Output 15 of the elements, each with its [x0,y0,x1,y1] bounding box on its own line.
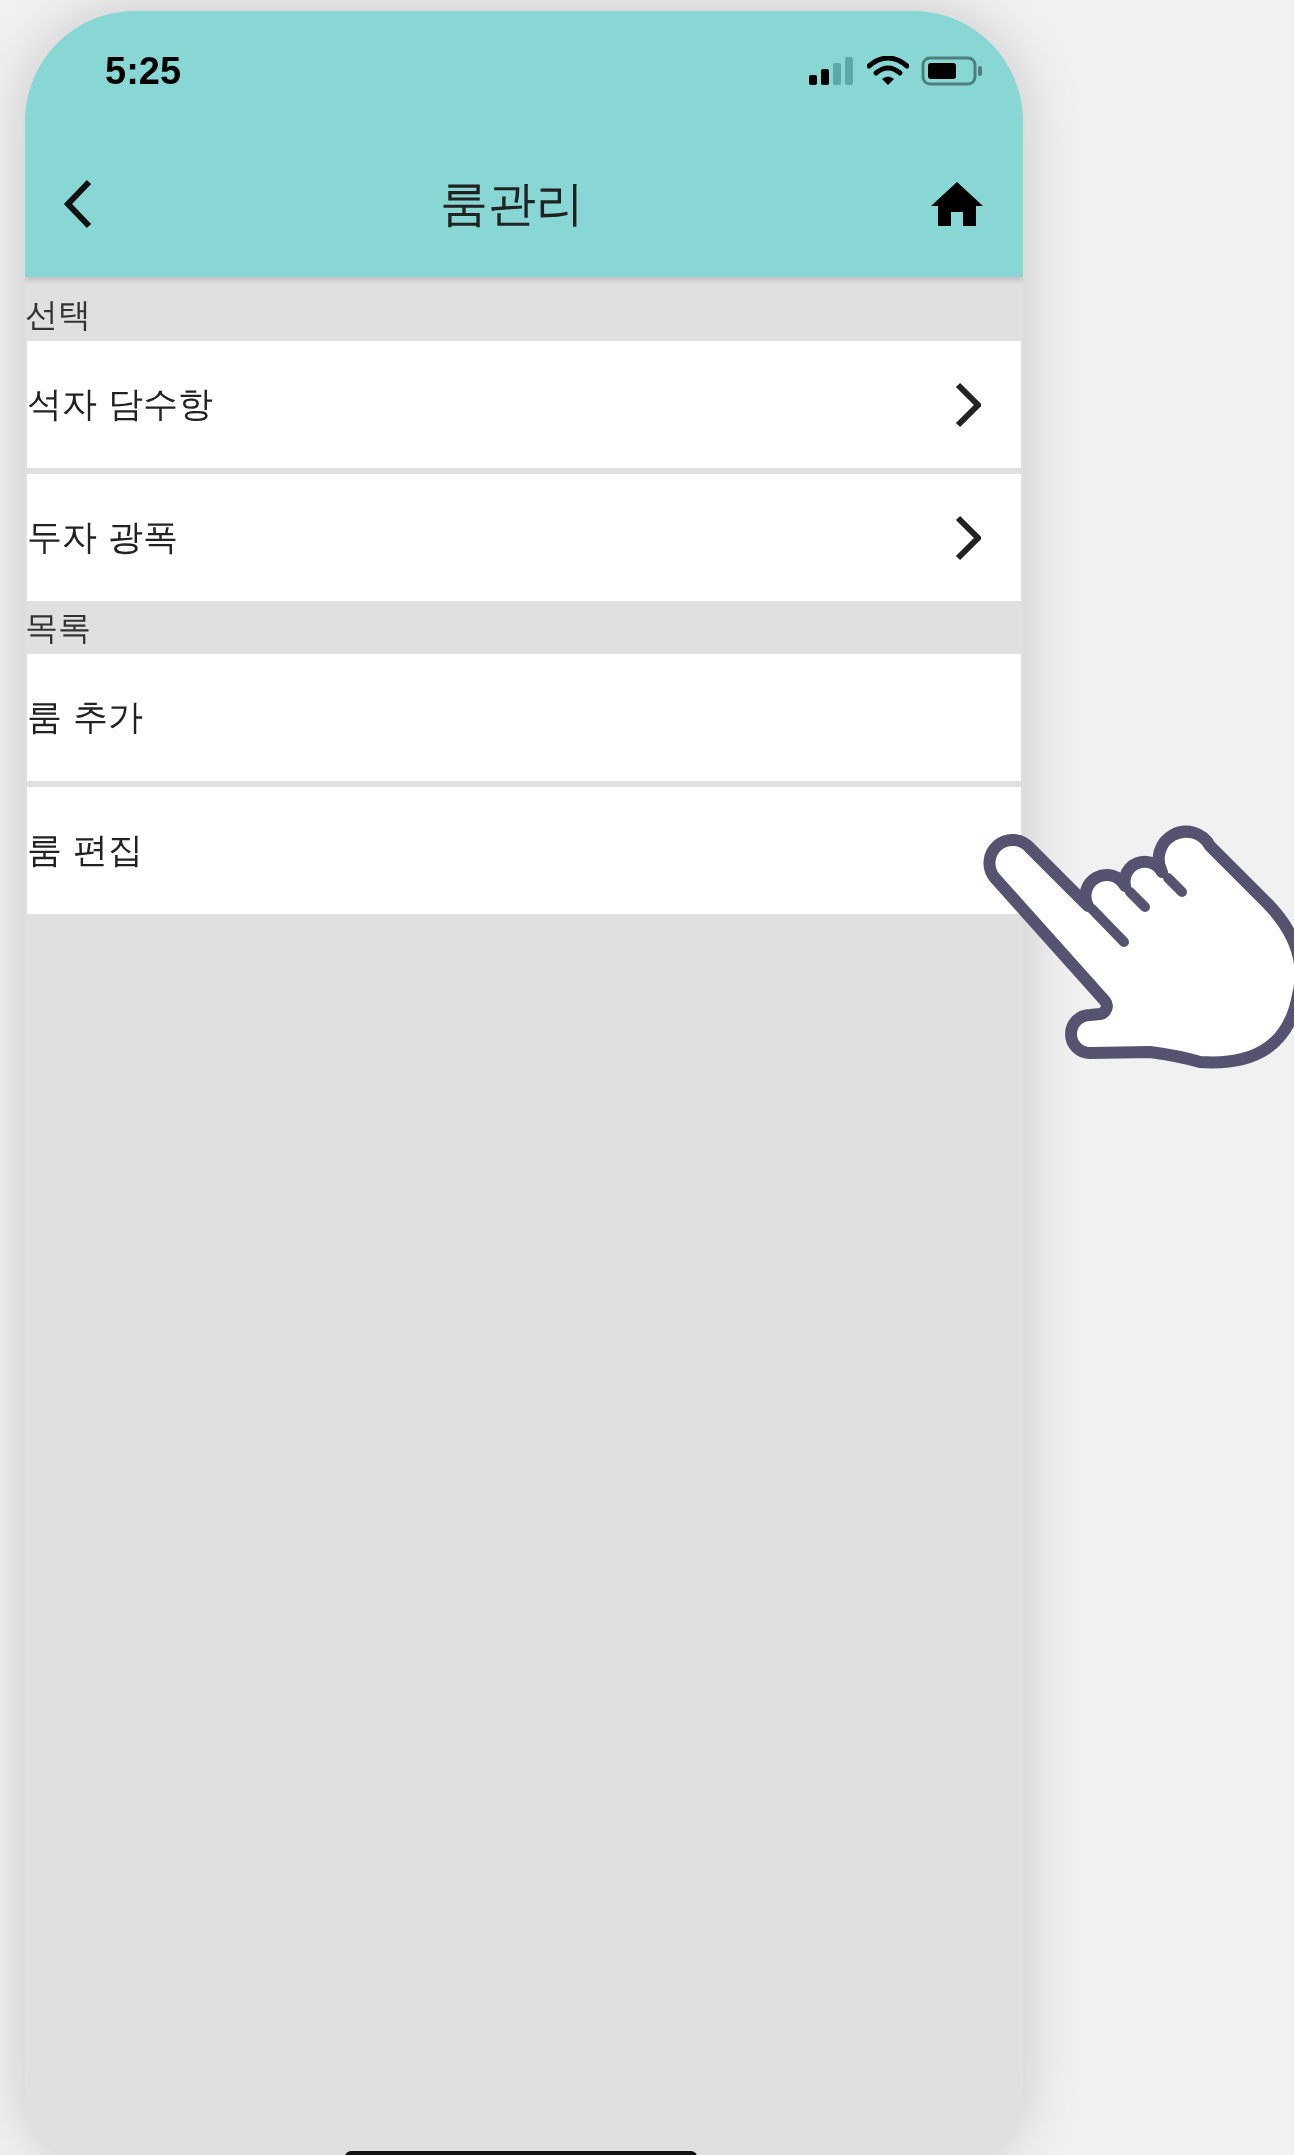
page-title: 룸관리 [440,174,584,233]
list-item[interactable]: 룸 편집 [27,787,1021,914]
section-header: 선택 [25,294,92,336]
battery-icon [921,56,983,86]
chevron-right-icon [955,381,981,428]
wifi-icon [867,56,909,86]
status-time: 5:25 [105,49,182,93]
back-button[interactable] [63,179,93,229]
list-item[interactable]: 두자 광폭 [27,474,1021,601]
list-item[interactable]: 석자 담수항 [27,341,1021,468]
home-button[interactable] [931,182,983,226]
list-item[interactable]: 룸 추가 [27,654,1021,781]
chevron-right-icon [955,514,981,561]
section-header: 목록 [25,607,92,649]
signal-icon [809,57,855,85]
